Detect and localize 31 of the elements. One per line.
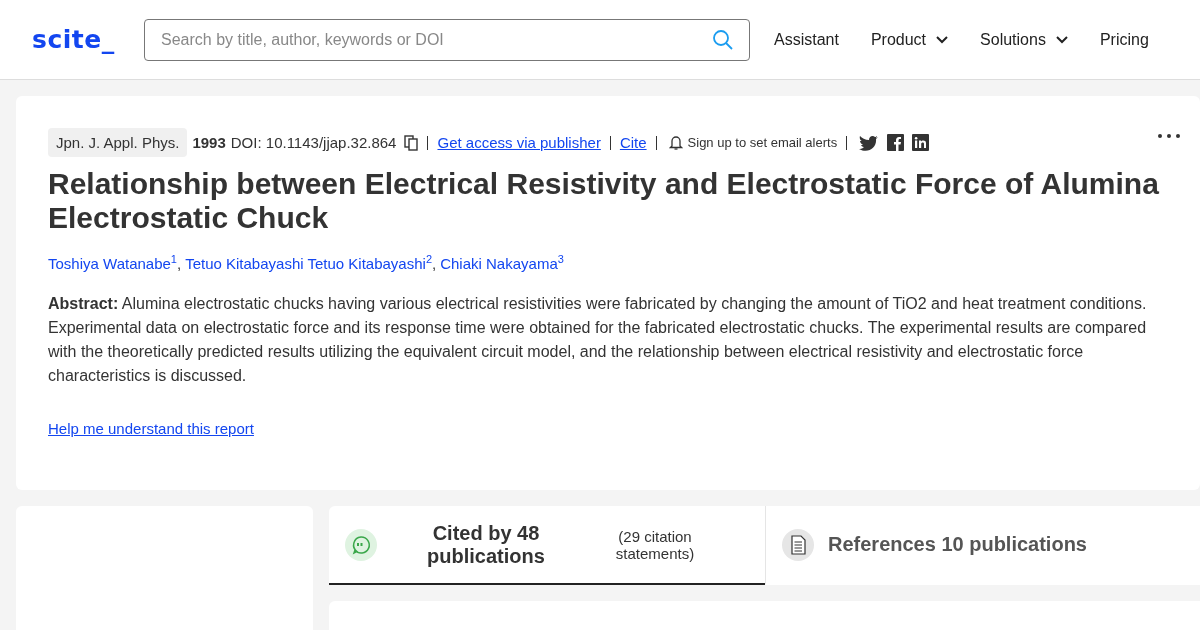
publisher-link[interactable]: Get access via publisher bbox=[437, 134, 601, 151]
logo[interactable]: scite_ bbox=[32, 25, 144, 54]
bell-icon[interactable] bbox=[668, 134, 683, 151]
comma: , bbox=[432, 255, 437, 272]
paper-title: Relationship between Electrical Resistivity and Electrostatic Force of Alumina Electrostatic Chuck bbox=[48, 167, 1160, 235]
facebook-icon[interactable] bbox=[887, 134, 905, 151]
more-icon[interactable] bbox=[1158, 134, 1180, 138]
tab[interactable]: References 10 publications bbox=[765, 506, 1200, 585]
copy-icon[interactable] bbox=[404, 134, 419, 151]
author-link[interactable]: Chiaki Nakayama$^{3}$ bbox=[440, 255, 564, 272]
twitter-icon[interactable] bbox=[859, 134, 880, 151]
nav-link[interactable]: Product bbox=[870, 30, 949, 49]
journal-badge: Jpn. J. Appl. Phys. bbox=[48, 128, 188, 157]
linkedin-icon[interactable] bbox=[912, 134, 930, 151]
author-link[interactable]: Toshiya Watanabe$^{1}$ bbox=[48, 255, 177, 272]
nav-link[interactable]: Pricing bbox=[1099, 30, 1149, 49]
nav-link[interactable]: Solutions bbox=[980, 30, 1068, 49]
help-link[interactable]: Help me understand this report bbox=[48, 420, 254, 437]
year: 1993 bbox=[192, 134, 226, 151]
search-field[interactable]: Search by title, author, keywords or DOI bbox=[144, 18, 750, 61]
quote-bubble-icon bbox=[345, 528, 377, 561]
doi: DOI: 10.1143/jjap.32.864 bbox=[230, 134, 397, 151]
tab[interactable]: Cited by 48 publications (29 citation statements) bbox=[329, 506, 765, 585]
publisher-link[interactable]: Cite bbox=[619, 134, 647, 151]
email-alerts-link[interactable]: Sign up to set email alerts bbox=[687, 135, 838, 150]
comma: , bbox=[177, 255, 182, 272]
document-icon bbox=[782, 528, 814, 561]
nav-link[interactable]: Assistant bbox=[774, 30, 839, 49]
abstract: Abstract: Alumina electrostatic chucks having various electrical resistivities were fabricated by changing the amount of TiO2 and heat treatment conditions. Experimental data on electrostatic force and its response time were obtained for the fabricated electrostatic chucks. The experimental results are compared with the theoretically predicted results utilizing the equivalent circuit model, and the relationship between electrical resistivity and electrostatic force characteristics is discussed. bbox=[48, 294, 1148, 386]
author-link[interactable]: Tetuo Kitabayashi Tetuo Kitabayashi$^{2}$ bbox=[185, 255, 432, 272]
search-icon[interactable] bbox=[712, 28, 734, 51]
